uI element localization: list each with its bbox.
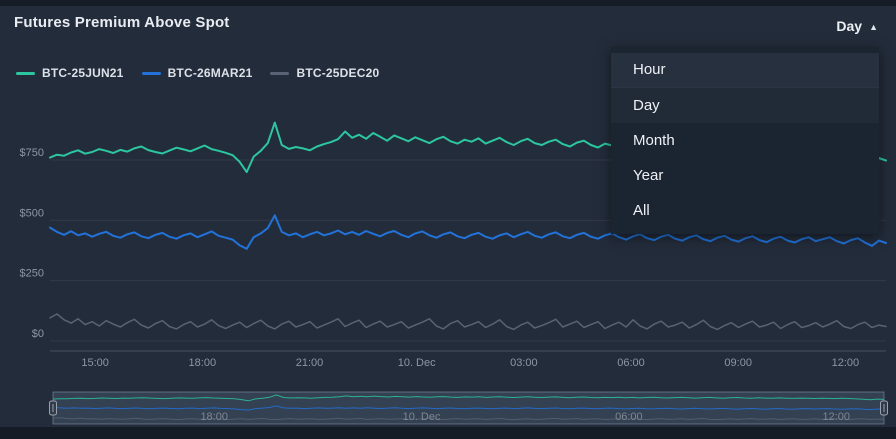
menu-item-hour[interactable]: Hour (611, 53, 879, 88)
x-axis-label: 10. Dec (398, 357, 436, 369)
y-axis-label: $500 (20, 207, 44, 219)
y-axis-label: $0 (32, 328, 44, 340)
menu-item-month[interactable]: Month (611, 123, 879, 158)
menu-item-all[interactable]: All (611, 193, 879, 228)
range-selector-menu: Hour Day Month Year All (611, 47, 879, 234)
navigator-axis-label: 06:00 (615, 411, 643, 423)
x-axis-label: 18:00 (189, 357, 217, 369)
x-axis-label: 21:00 (296, 357, 324, 369)
x-axis-label: 09:00 (724, 357, 752, 369)
futures-premium-widget: Futures Premium Above Spot Day ▲ BTC-25J… (0, 0, 896, 439)
y-axis-label: $750 (20, 147, 44, 159)
navigator-axis-label: 12:00 (822, 411, 850, 423)
menu-item-year[interactable]: Year (611, 158, 879, 193)
series-line-btc-25dec20 (49, 313, 887, 331)
x-axis-label: 06:00 (617, 357, 645, 369)
navigator-axis-label: 10. Dec (403, 411, 441, 423)
menu-item-day[interactable]: Day (611, 88, 879, 123)
y-axis-label: $250 (20, 268, 44, 280)
x-axis-label: 12:00 (832, 357, 860, 369)
x-axis-label: 15:00 (81, 357, 109, 369)
x-axis-label: 03:00 (510, 357, 538, 369)
navigator-axis-label: 18:00 (200, 411, 228, 423)
